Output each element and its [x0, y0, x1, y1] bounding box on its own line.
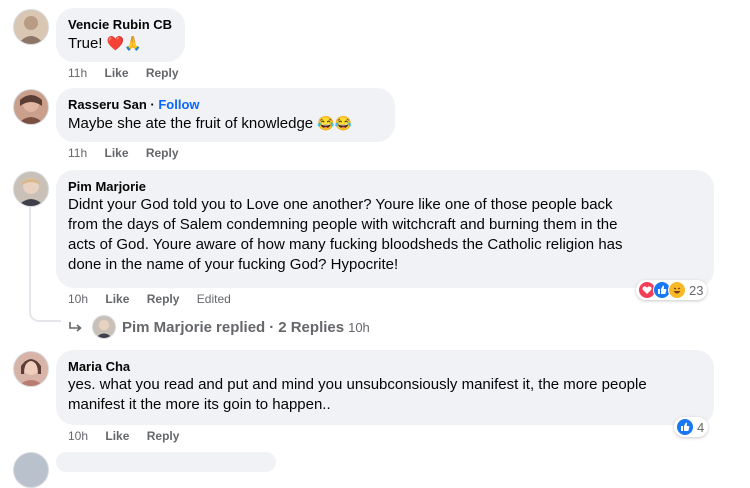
comment-text-line: manifest it the more its goin to happen.… — [68, 396, 331, 413]
reply-count: 2 Replies — [278, 318, 345, 336]
separator-dot: · — [269, 318, 275, 336]
avatar[interactable] — [13, 351, 49, 387]
comment-actions: 10h Like Reply — [68, 428, 193, 444]
like-button[interactable]: Like — [105, 429, 129, 443]
reply-time: 10h — [348, 319, 370, 335]
reply-button[interactable]: Reply — [146, 66, 179, 80]
haha-reaction-icon — [668, 281, 686, 299]
avatar[interactable] — [13, 89, 49, 125]
reaction-summary[interactable]: 4 — [674, 417, 709, 437]
avatar[interactable] — [13, 452, 49, 488]
comment-bubble: Vencie Rubin CB True! ❤️🙏 — [56, 8, 185, 62]
comment-text: True! — [68, 35, 103, 52]
comment-text-line: from the days of Salem condemning people… — [68, 216, 618, 233]
timestamp[interactable]: 10h — [68, 429, 88, 443]
comment-actions: 10h Like Reply Edited — [68, 291, 245, 307]
author-name[interactable]: Pim Marjorie — [68, 178, 702, 195]
emoji: 😂😂 — [317, 115, 353, 131]
comment-text-line: acts of God. Youre aware of how many fuc… — [68, 236, 623, 253]
comment-actions: 11h Like Reply — [68, 65, 193, 81]
avatar[interactable] — [13, 9, 49, 45]
avatar[interactable] — [13, 171, 49, 207]
reply-arrow-icon — [68, 319, 84, 335]
comment-text-line: done in the name of your fucking God? Hy… — [68, 256, 399, 273]
author-name[interactable]: Rasseru San — [68, 97, 147, 112]
like-button[interactable]: Like — [104, 146, 128, 160]
timestamp[interactable]: 11h — [68, 66, 87, 80]
reply-action: replied — [216, 318, 266, 336]
avatar — [92, 315, 116, 339]
comment-actions: 11h Like Reply — [68, 145, 193, 161]
reaction-summary[interactable]: 23 — [636, 280, 708, 300]
comment-bubble: Pim Marjorie Didnt your God told you to … — [56, 170, 714, 288]
reaction-count: 23 — [689, 282, 704, 298]
timestamp[interactable]: 10h — [68, 292, 88, 306]
like-reaction-icon — [676, 418, 694, 436]
reply-button[interactable]: Reply — [146, 146, 179, 160]
reply-button[interactable]: Reply — [147, 429, 180, 443]
emoji: ❤️🙏 — [106, 35, 142, 51]
reply-author: Pim Marjorie — [122, 318, 213, 336]
view-replies-link[interactable]: Pim Marjorie replied · 2 Replies 10h — [68, 315, 370, 339]
comment-bubble: Maria Cha yes. what you read and put and… — [56, 350, 714, 425]
comment-bubble: Rasseru San · Follow Maybe she ate the f… — [56, 88, 395, 142]
author-name[interactable]: Maria Cha — [68, 358, 702, 375]
comment-text-line: Didnt your God told you to Love one anot… — [68, 196, 613, 213]
like-button[interactable]: Like — [105, 292, 129, 306]
reaction-count: 4 — [697, 419, 705, 435]
timestamp[interactable]: 11h — [68, 146, 87, 160]
edited-label: Edited — [196, 292, 231, 306]
separator-dot: · — [150, 97, 155, 112]
follow-button[interactable]: Follow — [158, 97, 199, 112]
comment-bubble — [56, 452, 276, 472]
like-button[interactable]: Like — [104, 66, 128, 80]
comment-text-line: yes. what you read and put and mind you … — [68, 376, 647, 393]
reply-button[interactable]: Reply — [147, 292, 180, 306]
comment-text: Maybe she ate the fruit of knowledge — [68, 115, 314, 132]
author-name[interactable]: Vencie Rubin CB — [68, 16, 173, 33]
